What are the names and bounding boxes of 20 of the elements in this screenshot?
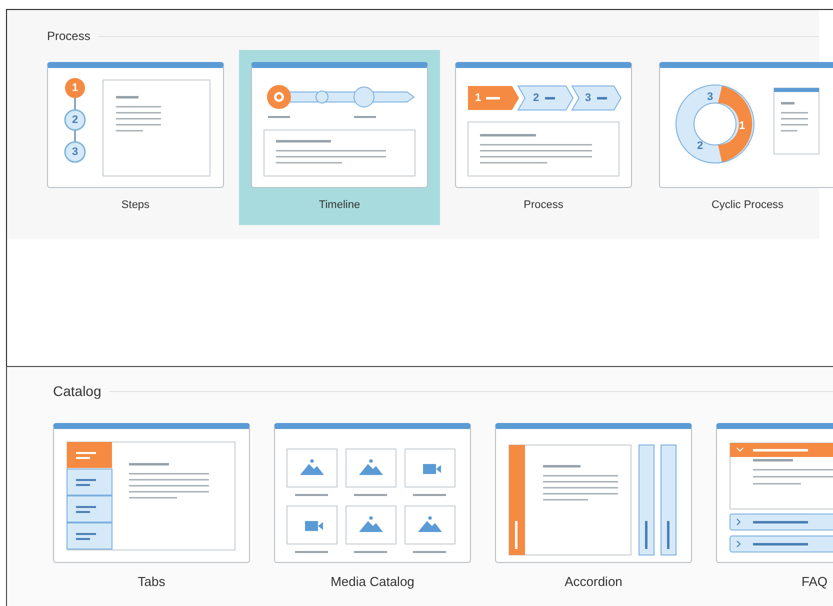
template-tile[interactable]: Accordion xyxy=(495,423,692,590)
template-tile[interactable]: 3 1 2 Cyclic Process xyxy=(647,50,833,225)
template-label: Steps xyxy=(121,198,150,213)
template-tile[interactable]: Tabs xyxy=(53,423,250,590)
template-label: Process xyxy=(524,198,564,213)
template-label: Accordion xyxy=(564,574,622,590)
template-label: Media Catalog xyxy=(330,574,414,590)
process-drawing: 1 2 3 xyxy=(456,68,631,186)
template-tile[interactable]: Media Catalog xyxy=(274,423,471,590)
template-tile[interactable]: FAQ xyxy=(716,423,833,590)
section-title: Process xyxy=(47,28,90,44)
template-tile[interactable]: Timeline xyxy=(239,50,440,225)
cyclic-process-drawing: 3 1 2 xyxy=(660,68,833,186)
template-tile[interactable]: 1 2 3 Process xyxy=(443,50,644,225)
template-label: Timeline xyxy=(318,198,360,213)
template-label: Tabs xyxy=(138,574,166,590)
template-tile[interactable]: 1 2 3 Steps xyxy=(35,50,236,225)
template-label: FAQ xyxy=(801,574,828,590)
template-label: Cyclic Process xyxy=(711,198,784,213)
section-title: Catalog xyxy=(53,383,102,399)
